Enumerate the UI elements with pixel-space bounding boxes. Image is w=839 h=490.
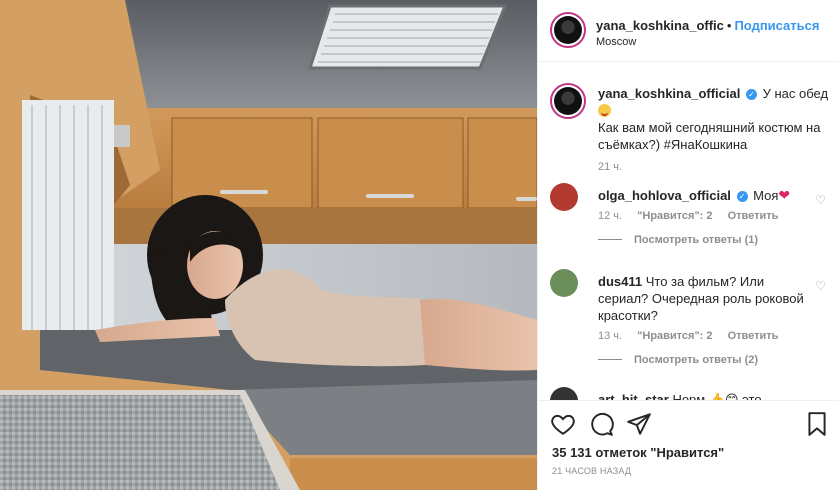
post-photo[interactable] (0, 0, 537, 490)
likes-count[interactable]: 35 131 отметок "Нравится" (552, 445, 724, 460)
comment-body: Моя (753, 188, 779, 203)
heart-outline-icon[interactable] (550, 411, 576, 437)
comment-time[interactable]: 13 ч. (598, 330, 622, 342)
post-header: yana_koshkina_offic • Подписаться Moscow (538, 0, 839, 62)
commenter-avatar[interactable] (550, 269, 578, 297)
post-location[interactable]: Moscow (596, 36, 636, 48)
comment-likes[interactable]: "Нравится": 2 (637, 330, 712, 342)
comment-text: art_hit_star Норм 👍😊 это (598, 387, 830, 400)
caption: yana_koshkina_official ✓ У нас обед Как … (550, 77, 830, 176)
comments-list[interactable]: yana_koshkina_official ✓ У нас обед Как … (538, 63, 839, 400)
verified-icon: ✓ (736, 191, 748, 202)
author-avatar[interactable] (550, 12, 586, 48)
share-icon[interactable] (626, 411, 652, 437)
comment-like-icon[interactable]: ♡ (815, 279, 826, 293)
comment-item: art_hit_star Норм 👍😊 это (550, 387, 830, 400)
follow-button[interactable]: Подписаться (734, 18, 819, 33)
comment-meta: 12 ч. "Нравится": 2 Ответить (598, 210, 830, 222)
caption-text-line1: У нас обед (762, 86, 829, 101)
verified-icon: ✓ (745, 89, 757, 100)
comment-like-icon[interactable]: ♡ (815, 193, 826, 207)
comment-username[interactable]: olga_hohlova_official (598, 188, 731, 203)
caption-text: yana_koshkina_official ✓ У нас обед Как … (598, 77, 830, 176)
caption-text-rest: Как вам мой сегодняшний костюм на съёмка… (598, 120, 821, 152)
commenter-avatar[interactable] (550, 183, 578, 211)
comment-body: Норм 👍😊 это (672, 392, 762, 400)
post-time-ago[interactable]: 21 ЧАСОВ НАЗАД (552, 466, 631, 476)
comment-text: dus411 Что за фильм? Или сериал? Очередн… (598, 269, 830, 324)
comment-meta: 13 ч. "Нравится": 2 Ответить (598, 330, 830, 342)
comment-username[interactable]: art_hit_star (598, 392, 669, 400)
comment-item: dus411 Что за фильм? Или сериал? Очередн… (550, 269, 830, 366)
header-line: yana_koshkina_offic • Подписаться (596, 18, 819, 33)
view-replies-button[interactable]: Посмотреть ответы (1) (598, 234, 830, 246)
caption-username[interactable]: yana_koshkina_official (598, 86, 740, 101)
comment-username[interactable]: dus411 (598, 274, 642, 289)
reply-button[interactable]: Ответить (728, 210, 779, 222)
view-replies-button[interactable]: Посмотреть ответы (2) (598, 354, 830, 366)
comment-text: olga_hohlova_official ✓ Моя❤ (598, 183, 830, 204)
bookmark-icon[interactable] (804, 411, 830, 437)
comment-likes[interactable]: "Нравится": 2 (637, 210, 712, 222)
commenter-avatar[interactable] (550, 387, 578, 400)
comment-icon[interactable] (588, 411, 614, 437)
yum-emoji-icon (598, 104, 611, 117)
post-actions: 35 131 отметок "Нравится" 21 ЧАСОВ НАЗАД (538, 400, 839, 490)
comment-item: olga_hohlova_official ✓ Моя❤ ♡ 12 ч. "Нр… (550, 183, 830, 246)
caption-avatar[interactable] (550, 83, 586, 119)
reply-button[interactable]: Ответить (728, 330, 779, 342)
photo-illustration (0, 0, 537, 490)
heart-emoji-icon: ❤ (778, 187, 791, 203)
separator-dot: • (726, 18, 732, 33)
comment-time[interactable]: 12 ч. (598, 210, 622, 222)
caption-time[interactable]: 21 ч. (598, 159, 830, 176)
post-side-panel: yana_koshkina_offic • Подписаться Moscow y… (537, 0, 839, 490)
author-username[interactable]: yana_koshkina_offic (596, 18, 724, 33)
